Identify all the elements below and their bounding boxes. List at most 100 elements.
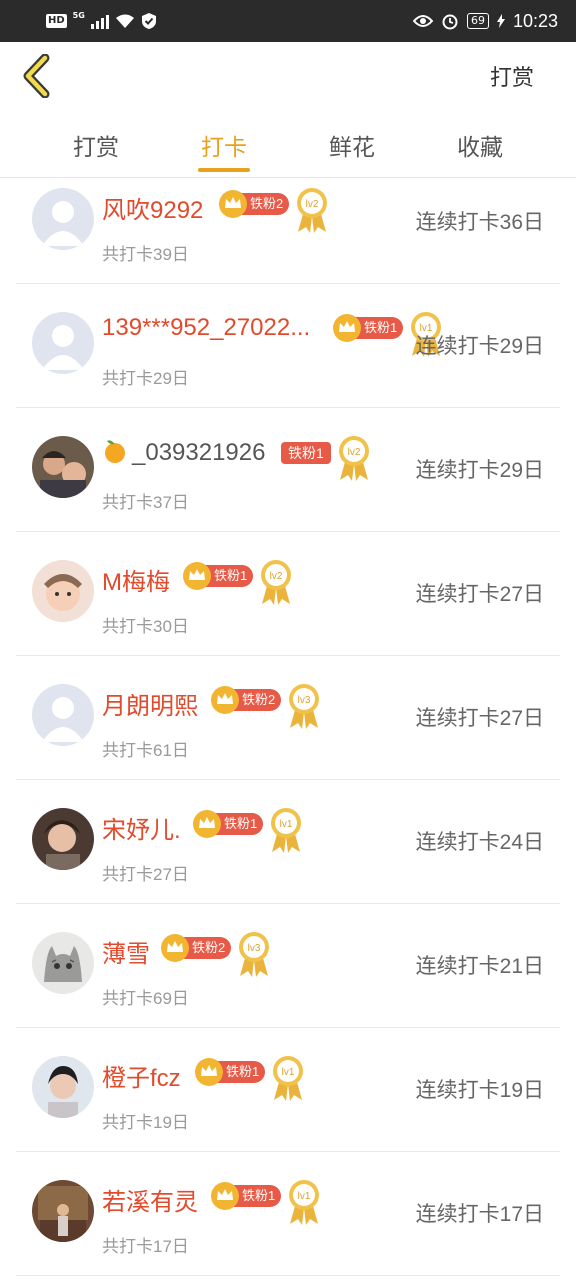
- avatar[interactable]: [32, 684, 94, 746]
- medal-icon: lv2: [261, 560, 291, 605]
- total-checkins: 共打卡19日: [102, 1113, 189, 1132]
- status-left: HD 5G: [46, 8, 157, 34]
- medal-level: lv1: [282, 1067, 295, 1078]
- tab-flowers[interactable]: 鲜花: [312, 128, 392, 162]
- total-checkins: 共打卡39日: [102, 245, 189, 264]
- total-checkins: 共打卡29日: [102, 369, 189, 388]
- list-item[interactable]: 橙子fcz 铁粉1 lv1 共打卡19日 连续打卡19日: [16, 1028, 560, 1152]
- total-checkins: 共打卡61日: [102, 741, 189, 760]
- medal-icon: lv3: [239, 932, 269, 977]
- user-name[interactable]: 若溪有灵: [102, 1182, 198, 1217]
- list-item[interactable]: _039321926 铁粉1 lv2 共打卡37日 连续打卡29日: [16, 408, 560, 532]
- user-name[interactable]: 薄雪: [102, 934, 150, 969]
- user-name[interactable]: 139***952_27022...: [102, 314, 310, 342]
- medal-level: lv3: [298, 695, 311, 706]
- medal-level: lv1: [298, 1191, 311, 1202]
- eye-icon: [412, 15, 433, 27]
- top-bar: 打赏: [0, 42, 576, 112]
- crown-icon: [333, 314, 361, 342]
- wifi-icon: [115, 14, 134, 28]
- user-name[interactable]: M梅梅: [102, 562, 170, 597]
- list-item[interactable]: 薄雪 铁粉2 lv3 共打卡69日 连续打卡21日: [16, 904, 560, 1028]
- streak-days: 连续打卡27日: [415, 583, 544, 606]
- medal-level: lv2: [270, 571, 283, 582]
- list-item[interactable]: 若溪有灵 铁粉1 lv1 共打卡17日 连续打卡17日: [16, 1152, 560, 1276]
- avatar[interactable]: [32, 560, 94, 622]
- medal-level: lv2: [348, 447, 361, 458]
- user-name[interactable]: 月朗明熙: [102, 686, 198, 721]
- reward-button[interactable]: 打赏: [490, 60, 534, 92]
- fan-badge: 铁粉1: [182, 562, 254, 590]
- crown-icon: [211, 1182, 239, 1210]
- streak-days: 连续打卡17日: [415, 1203, 544, 1226]
- avatar[interactable]: [32, 436, 94, 498]
- user-name-text: _039321926: [132, 439, 266, 466]
- list-item[interactable]: 风吹9292 铁粉2 lv2 共打卡39日 连续打卡36日: [16, 178, 560, 284]
- avatar[interactable]: [32, 932, 94, 994]
- medal-level: lv3: [248, 943, 261, 954]
- crown-icon: [195, 1058, 223, 1086]
- user-name[interactable]: 橙子fcz: [102, 1058, 181, 1093]
- medal-icon: lv3: [289, 684, 319, 729]
- crown-icon: [183, 562, 211, 590]
- avatar[interactable]: [32, 188, 94, 250]
- total-checkins: 共打卡17日: [102, 1237, 189, 1256]
- streak-days: 连续打卡19日: [415, 1079, 544, 1102]
- streak-days: 连续打卡36日: [415, 211, 544, 234]
- status-bar: HD 5G 69 10:23: [0, 0, 576, 42]
- user-name[interactable]: 风吹9292: [102, 190, 203, 225]
- crown-icon: [219, 190, 247, 218]
- avatar[interactable]: [32, 1056, 94, 1118]
- total-checkins: 共打卡27日: [102, 865, 189, 884]
- list-item[interactable]: M梅梅 铁粉1 lv2 共打卡30日 连续打卡27日: [16, 532, 560, 656]
- avatar[interactable]: [32, 312, 94, 374]
- back-icon[interactable]: [18, 54, 58, 98]
- medal-icon: lv1: [271, 808, 301, 853]
- streak-days: 连续打卡29日: [415, 459, 544, 482]
- battery-icon: 69: [466, 13, 489, 29]
- fan-badge: 铁粉2: [160, 934, 232, 962]
- crown-icon: [161, 934, 189, 962]
- medal-level: lv2: [306, 199, 319, 210]
- active-tab-indicator: [198, 168, 250, 172]
- avatar[interactable]: [32, 1180, 94, 1242]
- signal-icon: [90, 13, 109, 29]
- medal-level: lv1: [280, 819, 293, 830]
- crown-icon: [193, 810, 221, 838]
- user-name[interactable]: 宋妤儿.: [102, 810, 181, 845]
- status-right: 69 10:23: [412, 8, 558, 34]
- tab-reward[interactable]: 打赏: [56, 128, 136, 162]
- clock: 10:23: [512, 10, 558, 31]
- fan-badge: 铁粉1: [194, 1058, 266, 1086]
- avatar[interactable]: [32, 808, 94, 870]
- fan-badge: 铁粉1: [281, 441, 331, 465]
- fan-badge: 铁粉1: [332, 314, 404, 342]
- streak-days: 连续打卡21日: [415, 955, 544, 978]
- medal-icon: lv1: [289, 1180, 319, 1225]
- medal-icon: lv2: [339, 436, 369, 481]
- crown-icon: [211, 686, 239, 714]
- shield-icon: [141, 13, 156, 29]
- fan-badge: 铁粉2: [218, 190, 290, 218]
- user-name[interactable]: _039321926: [102, 438, 265, 467]
- streak-days: 连续打卡24日: [415, 831, 544, 854]
- alarm-icon: [442, 14, 458, 30]
- medal-icon: lv2: [297, 188, 327, 233]
- fan-badge: 铁粉1: [210, 1182, 282, 1210]
- charging-icon: [496, 14, 505, 28]
- tab-checkin[interactable]: 打卡: [184, 128, 264, 162]
- list-item[interactable]: 宋妤儿. 铁粉1 lv1 共打卡27日 连续打卡24日: [16, 780, 560, 904]
- orange-emoji-icon: [105, 440, 125, 463]
- fan-badge: 铁粉2: [210, 686, 282, 714]
- list-item[interactable]: 139***952_27022... 铁粉1 lv1 共打卡29日 连续打卡29…: [16, 284, 560, 408]
- fan-level: 铁粉1: [281, 442, 331, 464]
- tab-favorites[interactable]: 收藏: [440, 128, 520, 162]
- list-item[interactable]: 月朗明熙 铁粉2 lv3 共打卡61日 连续打卡27日: [16, 656, 560, 780]
- network-type: 5G: [72, 11, 85, 20]
- tab-bar: 打赏 打卡 鲜花 收藏: [0, 112, 576, 178]
- fan-badge: 铁粉1: [192, 810, 264, 838]
- medal-icon: lv1: [273, 1056, 303, 1101]
- total-checkins: 共打卡69日: [102, 989, 189, 1008]
- streak-days: 连续打卡29日: [415, 335, 544, 358]
- checkin-list[interactable]: 风吹9292 铁粉2 lv2 共打卡39日 连续打卡36日 139***952_…: [0, 178, 576, 1280]
